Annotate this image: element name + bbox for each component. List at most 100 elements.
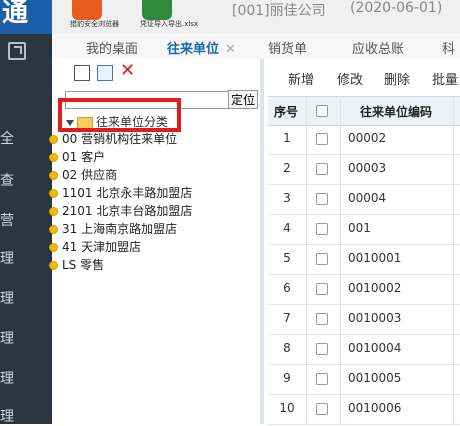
table-row[interactable]: 9 0010005 xyxy=(268,364,460,395)
table-row[interactable]: 1 00002 xyxy=(268,124,460,155)
grid-header: 序号 往来单位编码 xyxy=(268,96,460,126)
tree-node[interactable]: 41 天津加盟店 xyxy=(49,238,141,255)
row-index: 6 xyxy=(283,281,291,295)
sidebar-item[interactable]: 营 xyxy=(0,210,14,230)
sidebar: 全 查 营 理 理 理 理 理 xyxy=(0,34,52,426)
node-icon xyxy=(49,135,58,144)
table-row[interactable]: 6 0010002 xyxy=(268,274,460,305)
table-row[interactable]: 2 00003 xyxy=(268,154,460,185)
tab-desktop[interactable]: 我的桌面 xyxy=(86,38,138,57)
tree-node-label: 41 天津加盟店 xyxy=(62,240,142,254)
row-code: 00004 xyxy=(348,191,387,205)
select-all-checkbox[interactable] xyxy=(316,105,328,117)
table-row[interactable]: 4 001 xyxy=(268,214,460,245)
logo-text: 通 xyxy=(2,0,29,28)
sidebar-item[interactable]: 理 xyxy=(0,368,14,388)
tree-node[interactable]: 2101 北京丰台路加盟店 xyxy=(49,202,192,219)
browser-caption: 猎豹安全浏览器 xyxy=(70,20,119,28)
table-row[interactable]: 5 0010001 xyxy=(268,244,460,275)
row-code: 0010002 xyxy=(348,281,402,295)
row-checkbox[interactable] xyxy=(316,313,328,325)
sidebar-item[interactable]: 理 xyxy=(0,328,14,348)
row-code: 0010003 xyxy=(348,311,402,325)
sidebar-item[interactable]: 理 xyxy=(0,406,14,426)
row-checkbox[interactable] xyxy=(316,373,328,385)
node-icon xyxy=(49,171,58,180)
node-icon xyxy=(49,243,58,252)
tree-node-label: 2101 北京丰台路加盟店 xyxy=(62,204,193,218)
row-code: 0010005 xyxy=(348,371,402,385)
edit-icon[interactable] xyxy=(97,65,113,81)
row-index: 8 xyxy=(283,341,291,355)
tab-receivables[interactable]: 应收总账 xyxy=(352,38,404,57)
row-checkbox[interactable] xyxy=(316,283,328,295)
locate-button[interactable]: 定位 xyxy=(228,90,258,109)
modify-button[interactable]: 修改 xyxy=(337,69,363,88)
sidebar-item[interactable]: 查 xyxy=(0,170,14,190)
row-index: 7 xyxy=(283,311,291,325)
node-icon xyxy=(49,261,58,270)
company-name: [001]丽佳公司 xyxy=(232,3,326,19)
table-row[interactable]: 3 00004 xyxy=(268,184,460,215)
tree-node-label: 02 供应商 xyxy=(62,168,118,182)
row-code: 0010004 xyxy=(348,341,402,355)
row-index: 3 xyxy=(283,191,291,205)
row-checkbox[interactable] xyxy=(316,133,328,145)
row-code: 0010006 xyxy=(348,401,402,415)
collapse-sidebar-icon[interactable] xyxy=(8,42,26,60)
delete-icon[interactable]: ✕ xyxy=(120,62,135,80)
tab-more[interactable]: 科 xyxy=(442,38,455,57)
node-icon xyxy=(49,207,58,216)
highlight-annotation xyxy=(58,98,181,132)
table-row[interactable]: 10 0010006 xyxy=(268,394,460,425)
row-index: 1 xyxy=(283,131,291,145)
node-icon xyxy=(49,225,58,234)
delete-button[interactable]: 删除 xyxy=(384,69,410,88)
tree-node-label: 1101 北京永丰路加盟店 xyxy=(62,186,193,200)
sidebar-item[interactable]: 理 xyxy=(0,288,14,308)
close-tab-icon[interactable]: ✕ xyxy=(225,42,236,57)
sidebar-item[interactable]: 理 xyxy=(0,248,14,268)
row-code: 00002 xyxy=(348,131,387,145)
excel-file-icon xyxy=(142,0,172,20)
browser-icon xyxy=(72,0,102,20)
row-checkbox[interactable] xyxy=(316,343,328,355)
tab-partners[interactable]: 往来单位 ✕ xyxy=(167,38,236,57)
column-header-index[interactable]: 序号 xyxy=(274,103,298,120)
add-button[interactable]: 新增 xyxy=(288,69,314,88)
tab-bar: 我的桌面 往来单位 ✕ 销货单 应收总账 科 xyxy=(52,34,460,60)
row-index: 10 xyxy=(279,401,295,415)
tree-node-label: 00 营销机构往来单位 xyxy=(62,132,178,146)
sidebar-item[interactable]: 全 xyxy=(0,128,14,148)
row-code: 00003 xyxy=(348,161,387,175)
browser-shortcut[interactable]: 猎豹安全浏览器 xyxy=(70,0,119,28)
tree-node[interactable]: 00 营销机构往来单位 xyxy=(49,130,177,147)
row-checkbox[interactable] xyxy=(316,223,328,235)
row-index: 4 xyxy=(283,221,291,235)
tree-node[interactable]: 31 上海南京路加盟店 xyxy=(49,220,177,237)
tree-node[interactable]: 02 供应商 xyxy=(49,166,117,183)
tree-node[interactable]: 1101 北京永丰路加盟店 xyxy=(49,184,192,201)
column-header-code[interactable]: 往来单位编码 xyxy=(360,103,432,120)
tab-partners-label: 往来单位 xyxy=(167,42,220,57)
login-date: (2020-06-01) xyxy=(350,0,443,16)
row-checkbox[interactable] xyxy=(316,403,328,415)
tree-node-label: 01 客户 xyxy=(62,150,106,164)
new-document-icon[interactable] xyxy=(74,65,90,81)
app-logo: 通 xyxy=(0,0,52,34)
top-bar: 通 猎豹安全浏览器 凭证导入导出.xlsx [001]丽佳公司 (2020-06… xyxy=(0,0,460,35)
tree-node-label: LS 零售 xyxy=(62,258,105,272)
row-code: 0010001 xyxy=(348,251,402,265)
row-code: 001 xyxy=(348,221,371,235)
tab-sales[interactable]: 销货单 xyxy=(268,38,307,57)
row-checkbox[interactable] xyxy=(316,163,328,175)
table-row[interactable]: 8 0010004 xyxy=(268,334,460,365)
tree-node-label: 31 上海南京路加盟店 xyxy=(62,222,178,236)
table-row[interactable]: 7 0010003 xyxy=(268,304,460,335)
tree-node[interactable]: LS 零售 xyxy=(49,256,104,273)
row-checkbox[interactable] xyxy=(316,253,328,265)
tree-node[interactable]: 01 客户 xyxy=(49,148,105,165)
row-checkbox[interactable] xyxy=(316,193,328,205)
batch-button[interactable]: 批量 xyxy=(432,69,458,88)
import-shortcut[interactable]: 凭证导入导出.xlsx xyxy=(140,0,198,28)
